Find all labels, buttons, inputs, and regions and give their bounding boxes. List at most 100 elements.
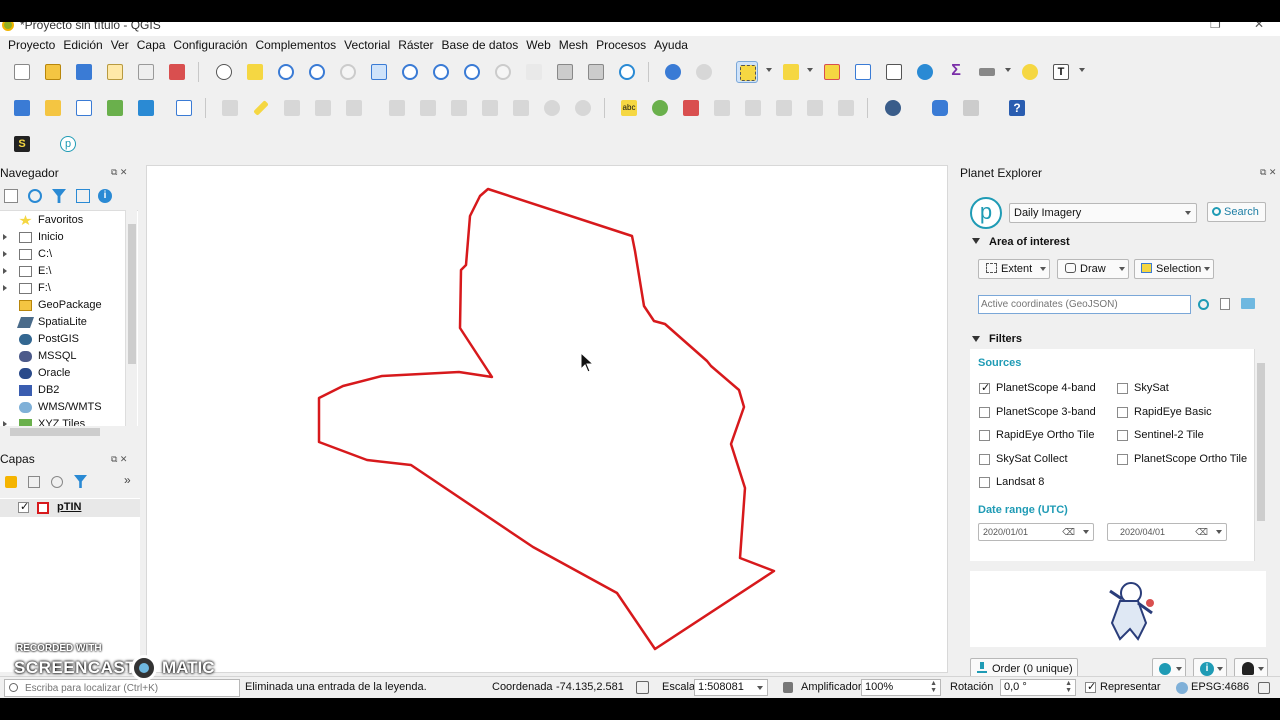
layer-labeling-icon[interactable] <box>649 97 671 119</box>
new-print-layout-icon[interactable] <box>104 61 126 83</box>
zoom-native-icon[interactable] <box>337 61 359 83</box>
measure-icon[interactable] <box>976 61 998 83</box>
panel-float-icon[interactable]: ⧉ ✕ <box>111 454 127 465</box>
navigator-item[interactable]: Favoritos <box>0 212 128 229</box>
map-tips-icon[interactable] <box>1019 61 1041 83</box>
plugin-globe-icon[interactable] <box>882 97 904 119</box>
source-checkbox[interactable] <box>979 430 990 441</box>
add-group-icon[interactable] <box>28 476 40 488</box>
source-checkbox[interactable] <box>1117 383 1128 394</box>
zoom-out-icon[interactable] <box>306 61 328 83</box>
new-geopackage-layer-icon[interactable] <box>42 97 64 119</box>
navigator-item[interactable]: C:\ <box>0 246 128 263</box>
panel-float-icon[interactable]: ⧉ ✕ <box>1260 167 1276 178</box>
menu-complementos[interactable]: Complementos <box>251 36 340 54</box>
delete-selected-icon[interactable] <box>417 97 439 119</box>
field-calculator-icon[interactable] <box>883 61 905 83</box>
date-from-input[interactable]: 2020/01/01 ⌫ <box>978 523 1094 541</box>
menu-web[interactable]: Web <box>522 36 554 54</box>
locator-search-input[interactable] <box>4 679 240 697</box>
map-canvas[interactable] <box>146 165 948 673</box>
layer-symbol-icon[interactable] <box>37 502 49 514</box>
date-to-input[interactable]: 2020/04/01 ⌫ <box>1107 523 1227 541</box>
navigator-scrollbar[interactable] <box>125 210 137 426</box>
layout-manager-icon[interactable] <box>135 61 157 83</box>
show-hide-labels-icon[interactable] <box>742 97 764 119</box>
menu-base-de-datos[interactable]: Base de datos <box>438 36 523 54</box>
chevron-down-icon[interactable] <box>1005 68 1011 72</box>
collapse-all-icon[interactable] <box>76 189 90 203</box>
navigator-item[interactable]: XYZ Tiles <box>0 416 128 426</box>
zoom-next-icon[interactable] <box>492 61 514 83</box>
planet-p-icon[interactable]: p <box>57 133 79 155</box>
navigator-item[interactable]: GeoPackage <box>0 297 128 314</box>
source-checkbox[interactable] <box>1117 453 1128 465</box>
source-checkbox[interactable] <box>979 381 990 394</box>
undo-icon[interactable] <box>541 97 563 119</box>
crs-globe-icon[interactable] <box>1176 682 1188 694</box>
menu-ayuda[interactable]: Ayuda <box>650 36 692 54</box>
paste-features-icon[interactable] <box>510 97 532 119</box>
close-icon[interactable]: ✕ <box>1254 22 1264 31</box>
messages-icon[interactable] <box>1258 682 1270 694</box>
open-layer-styling-icon[interactable] <box>5 476 17 488</box>
filter-icon[interactable] <box>52 189 66 203</box>
help-icon[interactable]: ? <box>1006 97 1028 119</box>
copy-features-icon[interactable] <box>479 97 501 119</box>
panel-float-icon[interactable]: ⧉ ✕ <box>111 167 127 178</box>
rotation-spinbox[interactable]: 0,0 ° ▲ ▼ <box>1000 679 1076 696</box>
draw-button[interactable]: Draw <box>1057 259 1129 279</box>
digitize-icon[interactable] <box>104 97 126 119</box>
selection-button[interactable]: Selection <box>1134 259 1214 279</box>
toolbox-gear-icon[interactable] <box>914 61 936 83</box>
magnifier-spinbox[interactable]: 100% ▲ ▼ <box>861 679 941 696</box>
style-manager-icon[interactable] <box>166 61 188 83</box>
show-bookmarks-icon[interactable] <box>585 61 607 83</box>
navigator-item[interactable]: E:\ <box>0 263 128 280</box>
crs-label[interactable]: EPSG:4686 <box>1191 681 1249 693</box>
lock-icon[interactable] <box>783 682 793 693</box>
text-annotation-icon[interactable]: T <box>1050 61 1072 83</box>
redo-icon[interactable] <box>572 97 594 119</box>
move-label-icon[interactable] <box>773 97 795 119</box>
expand-toolbar-icon[interactable]: » <box>124 473 131 487</box>
search-button[interactable]: Search <box>1207 202 1266 222</box>
navigator-item[interactable]: WMS/WMTS <box>0 399 128 416</box>
chevron-right-icon[interactable] <box>3 234 7 240</box>
refresh-icon[interactable] <box>616 61 638 83</box>
current-edits-icon[interactable] <box>219 97 241 119</box>
virtual-layer-icon[interactable] <box>173 97 195 119</box>
rotate-label-icon[interactable] <box>804 97 826 119</box>
python-console-icon[interactable] <box>929 97 951 119</box>
layer-row[interactable]: pTIN <box>0 499 140 517</box>
source-checkbox[interactable] <box>1117 406 1128 418</box>
chevron-down-icon[interactable] <box>1079 68 1085 72</box>
zoom-last-icon[interactable] <box>461 61 483 83</box>
collapse-triangle-icon[interactable] <box>972 238 980 244</box>
open-folder-icon[interactable] <box>1241 298 1255 309</box>
zoom-to-aoi-icon[interactable] <box>1198 299 1209 310</box>
zoom-to-selection-icon[interactable] <box>399 61 421 83</box>
plugin-s-icon[interactable]: S <box>11 133 33 155</box>
select-by-value-icon[interactable] <box>780 61 802 83</box>
ptin-polygon[interactable] <box>317 187 776 651</box>
menu-capa[interactable]: Capa <box>133 36 170 54</box>
menu-edicion[interactable]: Edición <box>59 36 106 54</box>
chevron-right-icon[interactable] <box>3 268 7 274</box>
source-checkbox[interactable] <box>979 453 990 465</box>
source-checkbox[interactable] <box>979 406 990 418</box>
vertex-tool-icon[interactable] <box>343 97 365 119</box>
zoom-to-layer-icon[interactable] <box>430 61 452 83</box>
save-edits-icon[interactable] <box>281 97 303 119</box>
extent-button[interactable]: Extent <box>978 259 1050 279</box>
zoom-full-icon[interactable] <box>368 61 390 83</box>
new-project-icon[interactable] <box>11 61 33 83</box>
clear-icon[interactable]: ⌫ <box>1195 524 1208 540</box>
navigator-item[interactable]: Oracle <box>0 365 128 382</box>
attribute-table-icon[interactable] <box>852 61 874 83</box>
chevron-right-icon[interactable] <box>3 251 7 257</box>
menu-ver[interactable]: Ver <box>107 36 133 54</box>
render-checkbox[interactable] <box>1085 680 1096 693</box>
modify-attributes-icon[interactable] <box>386 97 408 119</box>
statistics-sigma-icon[interactable]: Σ <box>945 61 967 83</box>
